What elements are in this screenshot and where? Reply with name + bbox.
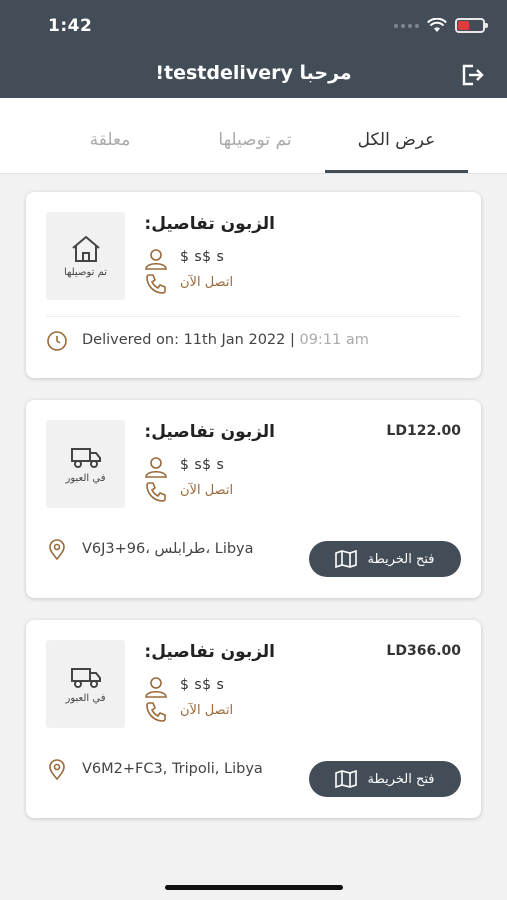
order-card[interactable]: تم توصيلها الزبون تفاصيل: $ s$ s اتصل ال… xyxy=(26,192,481,378)
call-now-link[interactable]: اتصل الآن xyxy=(180,703,233,718)
active-tab-indicator xyxy=(325,170,468,173)
home-indicator[interactable] xyxy=(165,885,343,890)
user-icon xyxy=(145,677,167,698)
customer-name: $ s$ s xyxy=(180,457,225,473)
open-map-label: فتح الخريطة xyxy=(367,771,435,787)
order-price: LD366.00 xyxy=(386,643,461,659)
app-header: 1:42 مرحبا testdelivery! xyxy=(0,0,507,98)
open-map-button[interactable]: فتح الخريطة xyxy=(309,761,461,797)
map-icon xyxy=(335,550,358,568)
delivered-date: Delivered on: 11th Jan 2022 | xyxy=(82,332,300,348)
status-icons xyxy=(394,18,488,33)
customer-title: الزبون تفاصيل: xyxy=(144,214,275,234)
tab-pending[interactable]: معلقة xyxy=(60,130,160,150)
customer-name: $ s$ s xyxy=(180,249,225,265)
divider xyxy=(46,316,461,317)
open-map-label: فتح الخريطة xyxy=(367,551,435,567)
status-label: في العبور xyxy=(65,692,106,704)
tab-all[interactable]: عرض الكل xyxy=(325,130,468,150)
customer-title: الزبون تفاصيل: xyxy=(144,642,275,662)
phone-icon xyxy=(146,702,166,722)
status-label: تم توصيلها xyxy=(63,266,108,278)
call-now-link[interactable]: اتصل الآن xyxy=(180,275,233,290)
customer-name: $ s$ s xyxy=(180,677,225,693)
delivery-address: V6J3+96، طرابلس، Libya xyxy=(82,541,254,557)
tab-delivered[interactable]: تم توصيلها xyxy=(190,130,320,150)
location-pin-icon xyxy=(49,759,65,781)
phone-icon xyxy=(146,482,166,502)
status-thumbnail: في العبور xyxy=(46,420,125,508)
delivery-address: V6M2+FC3, Tripoli, Libya xyxy=(82,761,263,777)
delivered-time: 09:11 am xyxy=(299,332,369,348)
page-title: مرحبا testdelivery! xyxy=(155,62,352,84)
logout-icon[interactable] xyxy=(459,62,485,88)
truck-icon xyxy=(70,447,101,468)
call-now-link[interactable]: اتصل الآن xyxy=(180,483,233,498)
phone-icon xyxy=(146,274,166,294)
order-price: LD122.00 xyxy=(386,423,461,439)
order-tabs: عرض الكل تم توصيلها معلقة xyxy=(0,98,507,174)
status-thumbnail: تم توصيلها xyxy=(46,212,125,300)
open-map-button[interactable]: فتح الخريطة xyxy=(309,541,461,577)
status-label: في العبور xyxy=(65,472,106,484)
order-card[interactable]: في العبور LD122.00 الزبون تفاصيل: $ s$ s… xyxy=(26,400,481,598)
clock-icon xyxy=(47,331,67,351)
battery-icon xyxy=(455,18,488,33)
map-icon xyxy=(335,770,358,788)
user-icon xyxy=(145,249,167,270)
truck-icon xyxy=(70,667,101,688)
location-pin-icon xyxy=(49,539,65,561)
user-icon xyxy=(145,457,167,478)
status-thumbnail: في العبور xyxy=(46,640,125,728)
status-time: 1:42 xyxy=(48,16,93,36)
signal-icon xyxy=(394,23,419,28)
delivered-on-text: Delivered on: 11th Jan 2022 | 09:11 am xyxy=(82,332,369,348)
customer-title: الزبون تفاصيل: xyxy=(144,422,275,442)
wifi-icon xyxy=(427,18,447,32)
order-card[interactable]: في العبور LD366.00 الزبون تفاصيل: $ s$ s… xyxy=(26,620,481,818)
home-icon xyxy=(71,235,100,262)
